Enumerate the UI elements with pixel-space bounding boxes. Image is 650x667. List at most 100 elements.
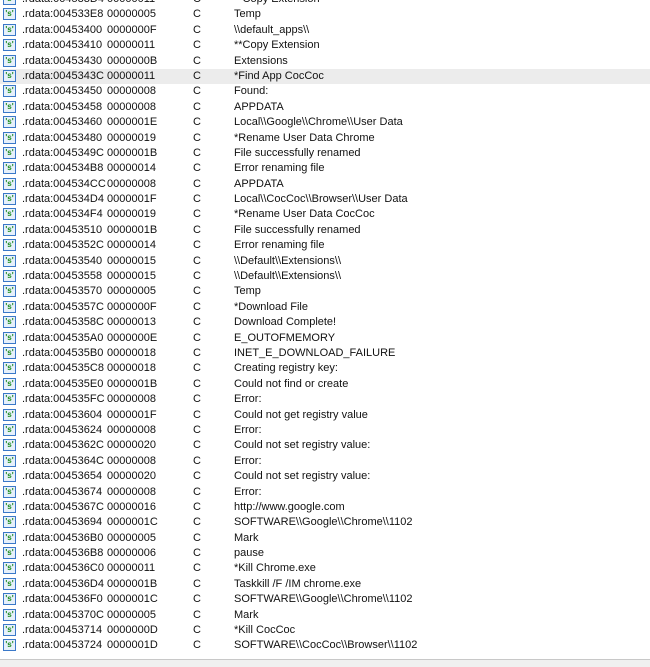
- string-icon: 's': [3, 608, 16, 621]
- table-row[interactable]: 's' .rdata:0045357C 0000000F C *Download Fil…: [0, 300, 650, 315]
- length-cell: 0000001E: [107, 116, 158, 129]
- type-cell: C: [193, 439, 201, 452]
- address-cell: .rdata:0045352C: [22, 239, 104, 252]
- table-row[interactable]: 's' .rdata:00453400 0000000F C \\default_app…: [0, 23, 650, 38]
- table-row[interactable]: 's' .rdata:004535A0 0000000E C E_OUTOFMEMORY: [0, 331, 650, 346]
- table-row[interactable]: 's' .rdata:004533D400000011 C **Copy Extens…: [0, 0, 650, 7]
- table-row[interactable]: 's' .rdata:0045343C 00000011 C *Find App Coc…: [0, 68, 650, 85]
- table-row[interactable]: 's' .rdata:00453694 0000001C C SOFTWARE\\Goo…: [0, 515, 650, 530]
- type-cell: C: [193, 8, 201, 21]
- table-row[interactable]: 's' .rdata:00453674 00000008 C Error:: [0, 485, 650, 500]
- type-cell: C: [193, 100, 201, 113]
- table-row[interactable]: 's' .rdata:00453458 00000008 C APPDATA: [0, 100, 650, 115]
- length-cell: 0000000F: [107, 23, 157, 36]
- length-cell: 00000008: [107, 485, 156, 498]
- table-row[interactable]: 's' .rdata:004534CC 00000008 C APPDATA: [0, 177, 650, 192]
- table-row[interactable]: 's' .rdata:00453624 00000008 C Error:: [0, 423, 650, 438]
- address-cell: .rdata:0045364C: [22, 454, 104, 467]
- type-cell: C: [193, 0, 201, 7]
- table-row[interactable]: 's' .rdata:00453724 0000001D C SOFTWARE\\Coc…: [0, 638, 650, 653]
- string-cell: Mark: [234, 608, 259, 621]
- address-cell: .rdata:00453510: [22, 223, 103, 236]
- table-row[interactable]: 's' .rdata:00453430 0000000B C Extensions: [0, 54, 650, 69]
- table-row[interactable]: 's' .rdata:004535FC 00000008 C Error:: [0, 392, 650, 407]
- string-cell: Error:: [234, 393, 262, 406]
- address-cell: .rdata:00453458: [22, 100, 103, 113]
- string-cell: *Find App CocCoc: [234, 69, 324, 82]
- string-cell: Download Complete!: [234, 316, 337, 329]
- table-row[interactable]: 's' .rdata:0045349C 0000001B C File successf…: [0, 146, 650, 161]
- table-row[interactable]: 's' .rdata:004536D4 0000001B C Taskkill /F /…: [0, 577, 650, 592]
- table-row[interactable]: 's' .rdata:00453558 00000015 C \\Default\\Ex…: [0, 269, 650, 284]
- length-cell: 00000011: [107, 562, 156, 575]
- length-cell: 0000001B: [107, 223, 158, 236]
- string-icon: 's': [3, 100, 16, 113]
- type-cell: C: [193, 285, 201, 298]
- table-row[interactable]: 's' .rdata:004534D4 0000001F C Local\\CocCoc…: [0, 192, 650, 207]
- table-row[interactable]: 's' .rdata:00453570 00000005 C Temp: [0, 284, 650, 299]
- table-row[interactable]: 's' .rdata:0045367C 00000016 Chttp://www.go…: [0, 500, 650, 515]
- length-cell: 0000000B: [107, 54, 158, 67]
- string-icon: 's': [3, 346, 16, 359]
- string-cell: *Download File: [234, 300, 308, 313]
- address-cell: .rdata:004536C0: [22, 562, 104, 575]
- type-cell: C: [193, 162, 201, 175]
- type-cell: C: [193, 331, 201, 344]
- string-cell: Found:: [234, 85, 269, 98]
- table-row[interactable]: 's' .rdata:00453654 00000020 C Could not se…: [0, 469, 650, 484]
- type-cell: C: [193, 500, 201, 513]
- string-icon: 's': [3, 393, 16, 406]
- string-cell: \\Default\\Extensions\\: [234, 254, 341, 267]
- table-row[interactable]: 's' .rdata:004536F0 0000001C C SOFTWARE\\Goo…: [0, 592, 650, 607]
- table-row[interactable]: 's' .rdata:004536B0 00000005 C Mark: [0, 531, 650, 546]
- string-cell: Error renaming file: [234, 239, 325, 252]
- table-row[interactable]: 's' .rdata:0045358C 00000013 C Download Comp…: [0, 315, 650, 330]
- table-row[interactable]: 's' .rdata:0045362C 00000020 C Could not se…: [0, 438, 650, 453]
- table-row[interactable]: 's' .rdata:00453540 00000015 C \\Default\\Ex…: [0, 254, 650, 269]
- type-cell: C: [193, 270, 201, 283]
- table-row[interactable]: 's' .rdata:004536B8 00000006 Cpause: [0, 546, 650, 561]
- length-cell: 00000020: [107, 470, 156, 483]
- length-cell: 00000011: [107, 39, 156, 52]
- length-cell: 00000014: [107, 239, 156, 252]
- table-row[interactable]: 's' .rdata:00453460 0000001E C Local\\Google…: [0, 115, 650, 130]
- string-cell: Local\\Google\\Chrome\\User Data: [234, 116, 403, 129]
- string-icon: 's': [3, 54, 16, 67]
- table-row[interactable]: 's' .rdata:004534B8 00000014 C Error renamin…: [0, 161, 650, 176]
- type-cell: C: [193, 116, 201, 129]
- table-row[interactable]: 's' .rdata:00453450 00000008 C Found:: [0, 84, 650, 99]
- table-row[interactable]: 's' .rdata:0045352C 00000014 C Error renamin…: [0, 238, 650, 253]
- address-cell: .rdata:004534D4: [22, 193, 104, 206]
- table-row[interactable]: 's' .rdata:004533E8 00000005 C Temp: [0, 7, 650, 22]
- table-row[interactable]: 's' .rdata:004534F4 00000019 C *Rename User …: [0, 207, 650, 222]
- table-row[interactable]: 's' .rdata:004536C0 00000011 C *Kill Chrome.…: [0, 561, 650, 576]
- table-row[interactable]: 's' .rdata:004535B0 00000018 C INET_E_DOWNLO…: [0, 346, 650, 361]
- table-row[interactable]: 's' .rdata:00453480 00000019 C *Rename User …: [0, 131, 650, 146]
- table-row[interactable]: 's' .rdata:00453714 0000000D C *Kill CocCoc: [0, 623, 650, 638]
- type-cell: C: [193, 208, 201, 221]
- table-row[interactable]: 's' .rdata:00453604 0000001F C Could not ge…: [0, 408, 650, 423]
- string-icon: 's': [3, 85, 16, 98]
- string-icon: 's': [3, 408, 16, 421]
- address-cell: .rdata:0045358C: [22, 316, 104, 329]
- address-cell: .rdata:004533E8: [22, 8, 104, 21]
- table-row[interactable]: 's' .rdata:004535C8 00000018 C Creating regi…: [0, 361, 650, 376]
- length-cell: 00000015: [107, 270, 156, 283]
- length-cell: 00000008: [107, 85, 156, 98]
- string-cell: **Copy Extension: [234, 0, 320, 7]
- string-icon: 's': [3, 270, 16, 283]
- string-icon: 's': [3, 470, 16, 483]
- table-row[interactable]: 's' .rdata:00453510 0000001B C File successf…: [0, 223, 650, 238]
- string-icon: 's': [3, 593, 16, 606]
- table-row[interactable]: 's' .rdata:0045370C 00000005 C Mark: [0, 608, 650, 623]
- length-cell: 0000001F: [107, 193, 157, 206]
- table-row[interactable]: 's' .rdata:0045364C 00000008 C Error:: [0, 454, 650, 469]
- string-icon: 's': [3, 316, 16, 329]
- table-row[interactable]: 's' .rdata:00453410 00000011 C **Copy Extens…: [0, 38, 650, 53]
- length-cell: 00000008: [107, 454, 156, 467]
- length-cell: 00000011: [107, 0, 155, 7]
- type-cell: C: [193, 54, 201, 67]
- address-cell: .rdata:004536B0: [22, 531, 104, 544]
- table-row[interactable]: 's' .rdata:004535E0 0000001B C Could not fi…: [0, 377, 650, 392]
- string-cell: *Kill CocCoc: [234, 624, 296, 637]
